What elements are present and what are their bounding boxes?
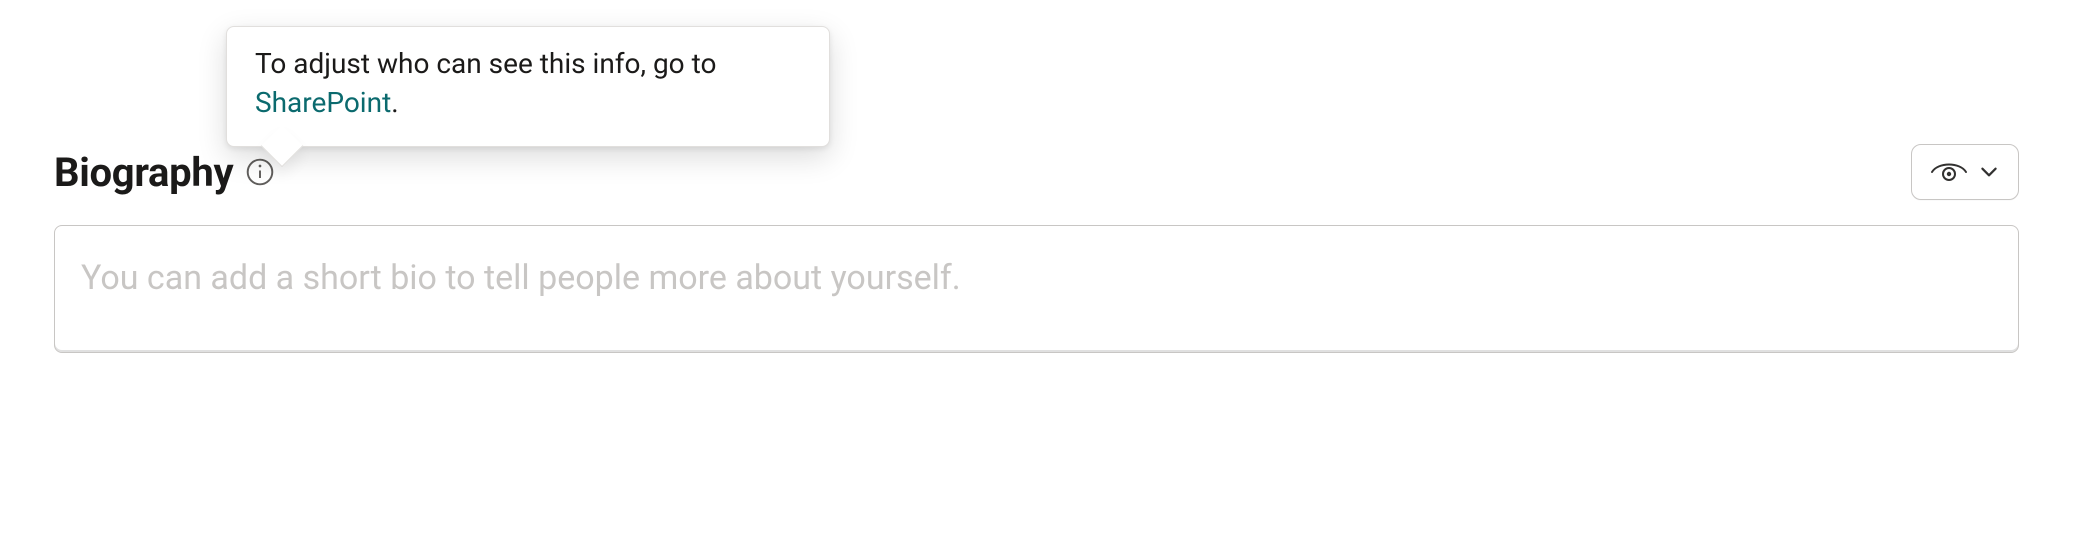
privacy-tooltip: To adjust who can see this info, go to S… bbox=[226, 26, 830, 147]
eye-icon bbox=[1930, 159, 1968, 185]
tooltip-text-before: To adjust who can see this info, go to bbox=[255, 47, 716, 80]
info-icon-button[interactable] bbox=[243, 155, 277, 189]
sharepoint-link[interactable]: SharePoint bbox=[255, 86, 391, 119]
info-icon bbox=[245, 157, 275, 187]
biography-textarea[interactable] bbox=[54, 225, 2019, 353]
biography-section: To adjust who can see this info, go to S… bbox=[0, 0, 2073, 551]
visibility-dropdown[interactable] bbox=[1911, 144, 2019, 200]
tooltip-text-after: . bbox=[391, 86, 398, 119]
section-heading: Biography bbox=[54, 149, 277, 196]
biography-field-wrapper bbox=[54, 225, 2019, 353]
chevron-down-icon bbox=[1978, 161, 2000, 183]
section-title: Biography bbox=[54, 149, 233, 196]
section-heading-row: Biography bbox=[54, 144, 2019, 200]
